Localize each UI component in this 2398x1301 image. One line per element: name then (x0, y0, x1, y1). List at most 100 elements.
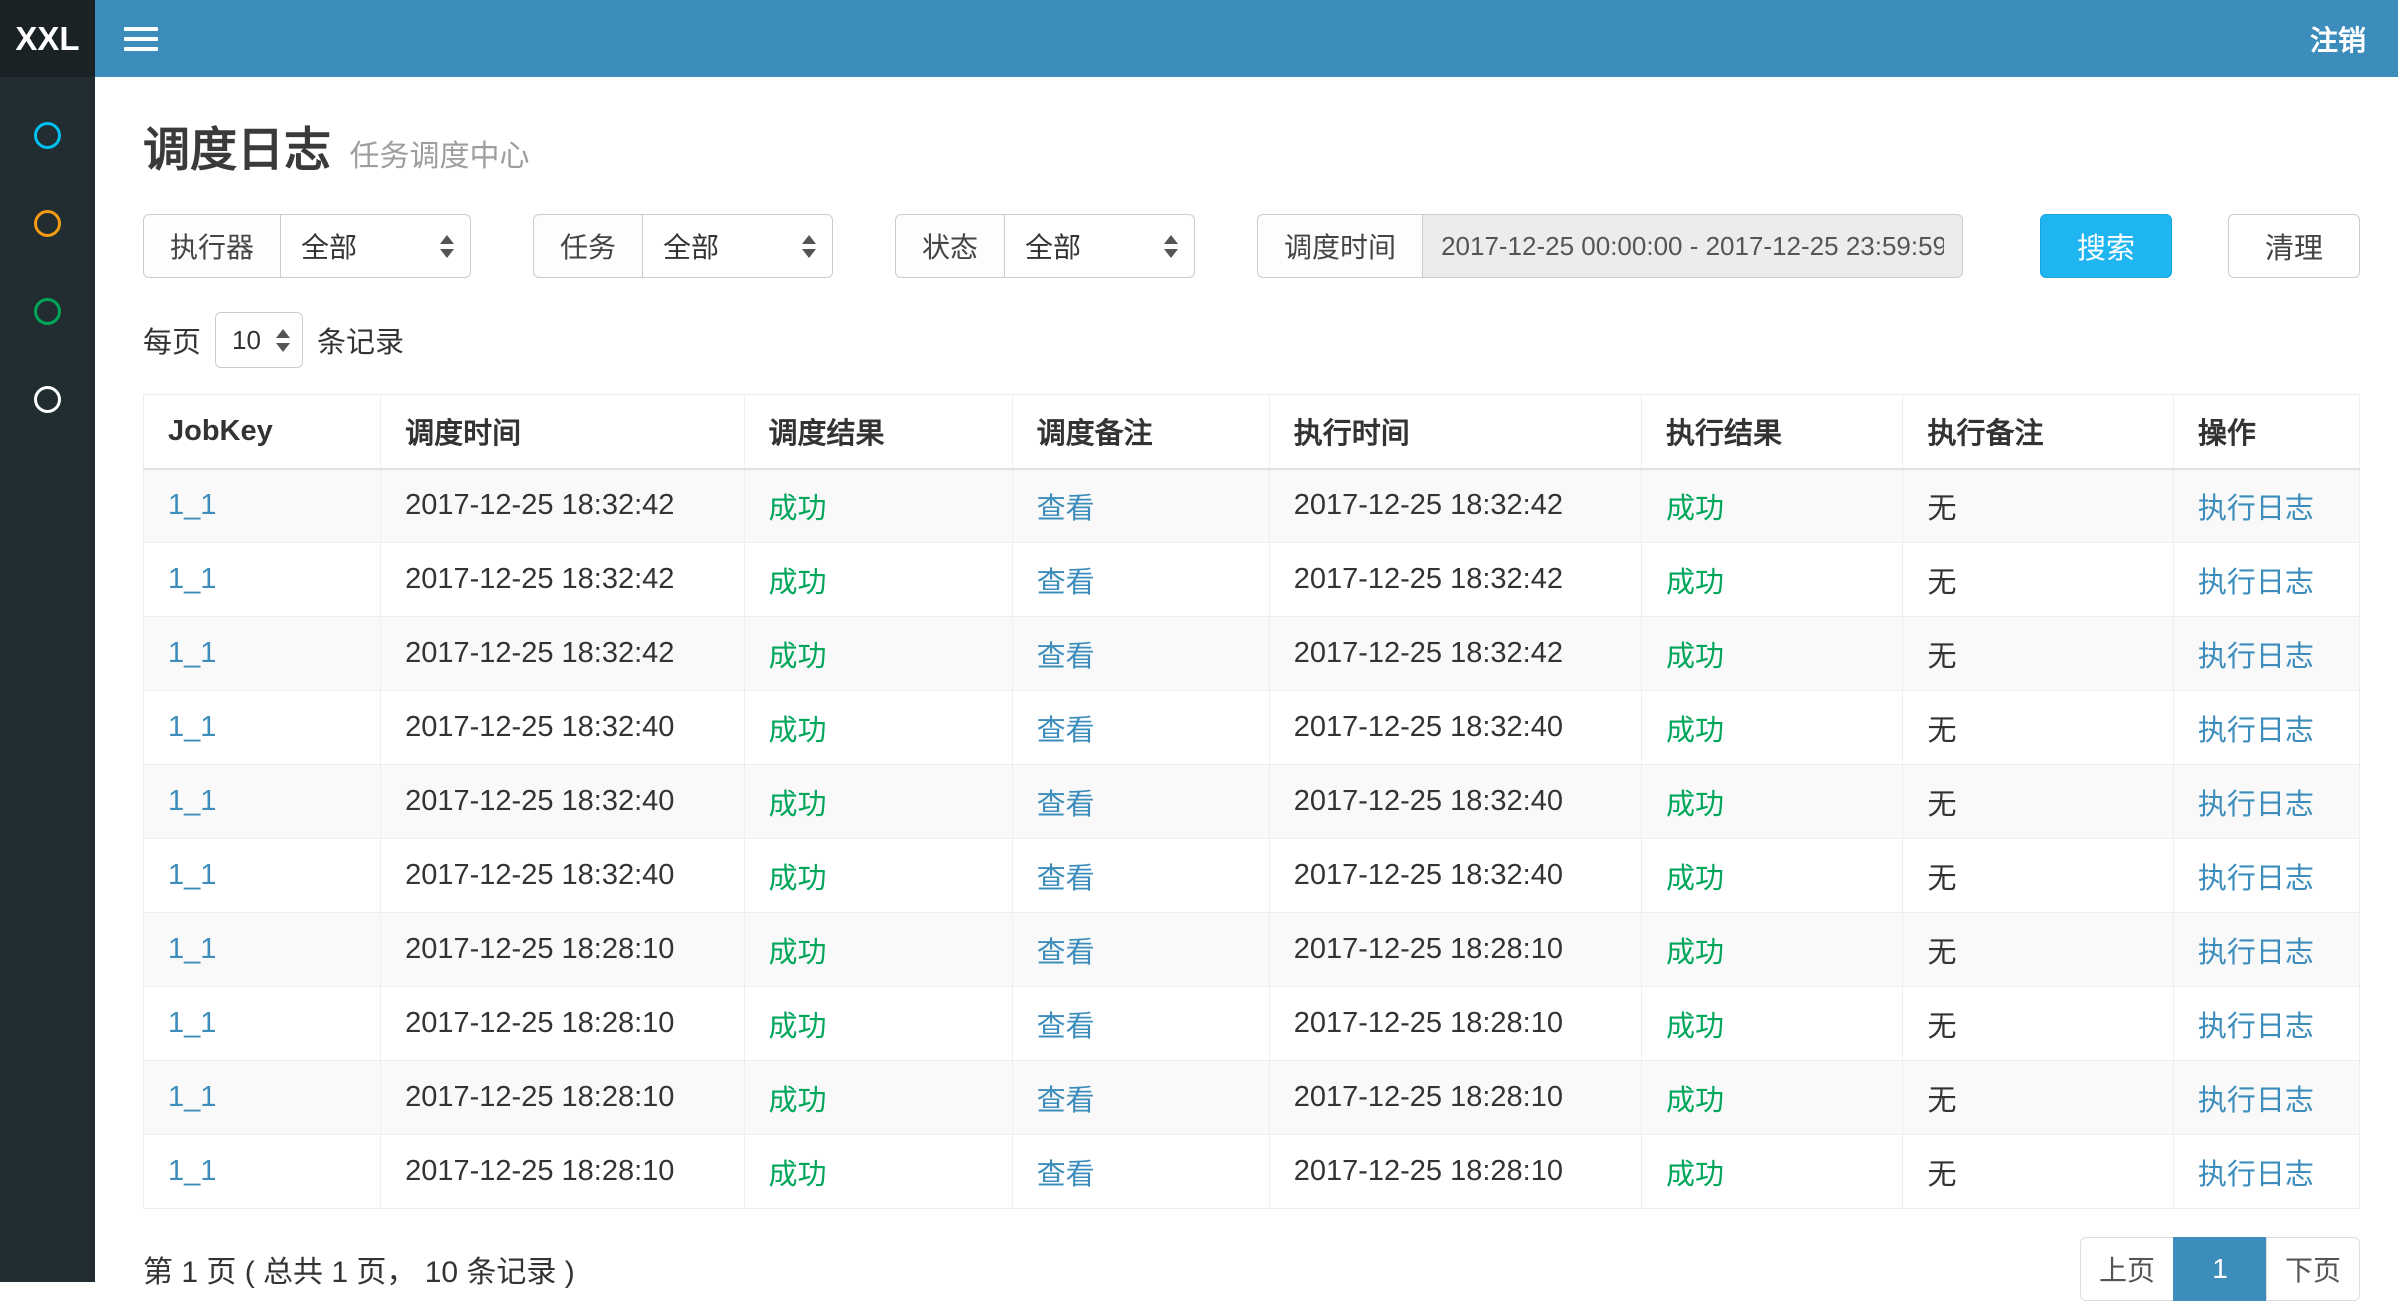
trigger-result-value: 成功 (769, 493, 827, 525)
time-filter-label: 调度时间 (1257, 214, 1423, 278)
trigger-msg-link[interactable]: 查看 (1037, 789, 1095, 821)
sidebar-item-0[interactable] (0, 91, 95, 179)
page-size-suffix-label: 条记录 (317, 319, 404, 361)
handle-result-value: 成功 (1666, 715, 1724, 747)
circle-outline-icon (34, 386, 61, 413)
page-size-prefix-label: 每页 (143, 319, 201, 361)
select-arrows-icon (802, 235, 816, 258)
job-filter-group: 任务 全部 (533, 214, 833, 278)
jobkey-link[interactable]: 1_1 (168, 637, 216, 669)
job-select[interactable]: 全部 (643, 214, 833, 278)
trigger-time-value: 2017-12-25 18:32:42 (405, 637, 674, 669)
trigger-msg-link[interactable]: 查看 (1037, 937, 1095, 969)
jobkey-link[interactable]: 1_1 (168, 711, 216, 743)
circle-outline-icon (34, 210, 61, 237)
logout-link[interactable]: 注销 (2278, 0, 2398, 77)
jobkey-link[interactable]: 1_1 (168, 785, 216, 817)
trigger-msg-link[interactable]: 查看 (1037, 715, 1095, 747)
table-row: 1_12017-12-25 18:28:10成功查看2017-12-25 18:… (144, 987, 2360, 1061)
jobkey-link[interactable]: 1_1 (168, 563, 216, 595)
app-logo[interactable]: XXL (0, 0, 95, 77)
exec-log-link[interactable]: 执行日志 (2198, 863, 2314, 895)
trigger-msg-link[interactable]: 查看 (1037, 1159, 1095, 1191)
executor-select[interactable]: 全部 (281, 214, 471, 278)
table-row: 1_12017-12-25 18:28:10成功查看2017-12-25 18:… (144, 913, 2360, 987)
exec-log-link[interactable]: 执行日志 (2198, 789, 2314, 821)
exec-log-link[interactable]: 执行日志 (2198, 641, 2314, 673)
column-header-trigger-msg: 调度备注 (1012, 395, 1269, 469)
next-page-button[interactable]: 下页 (2266, 1237, 2360, 1301)
handle-msg-value: 无 (1927, 641, 1956, 673)
jobkey-link[interactable]: 1_1 (168, 1155, 216, 1187)
log-table: JobKey 调度时间 调度结果 调度备注 执行时间 执行结果 执行备注 操作 … (143, 394, 2360, 1209)
jobkey-link[interactable]: 1_1 (168, 1007, 216, 1039)
jobkey-link[interactable]: 1_1 (168, 933, 216, 965)
select-arrows-icon (1164, 235, 1178, 258)
clear-button[interactable]: 清理 (2228, 214, 2360, 278)
column-header-handle-result: 执行结果 (1641, 395, 1902, 469)
handle-result-value: 成功 (1666, 493, 1724, 525)
handle-time-value: 2017-12-25 18:28:10 (1294, 933, 1563, 965)
time-filter-group: 调度时间 (1257, 214, 1963, 278)
current-page-button[interactable]: 1 (2173, 1237, 2267, 1301)
trigger-result-value: 成功 (769, 567, 827, 599)
jobkey-link[interactable]: 1_1 (168, 859, 216, 891)
table-row: 1_12017-12-25 18:32:42成功查看2017-12-25 18:… (144, 617, 2360, 691)
column-header-trigger-time: 调度时间 (381, 395, 744, 469)
exec-log-link[interactable]: 执行日志 (2198, 937, 2314, 969)
table-row: 1_12017-12-25 18:32:42成功查看2017-12-25 18:… (144, 469, 2360, 543)
circle-outline-icon (34, 298, 61, 325)
handle-result-value: 成功 (1666, 567, 1724, 599)
exec-log-link[interactable]: 执行日志 (2198, 493, 2314, 525)
trigger-msg-link[interactable]: 查看 (1037, 863, 1095, 895)
handle-msg-value: 无 (1927, 715, 1956, 747)
trigger-result-value: 成功 (769, 1011, 827, 1043)
status-select-value: 全部 (1025, 226, 1081, 266)
trigger-msg-link[interactable]: 查看 (1037, 493, 1095, 525)
jobkey-link[interactable]: 1_1 (168, 489, 216, 521)
trigger-msg-link[interactable]: 查看 (1037, 1011, 1095, 1043)
page-header: 调度日志 任务调度中心 (143, 111, 2360, 180)
table-footer: 第 1 页 ( 总共 1 页， 10 条记录 ) 上页 1 下页 (143, 1237, 2360, 1301)
jobkey-link[interactable]: 1_1 (168, 1081, 216, 1113)
trigger-result-value: 成功 (769, 863, 827, 895)
search-button[interactable]: 搜索 (2040, 214, 2172, 278)
time-range-input[interactable] (1423, 214, 1963, 278)
handle-msg-value: 无 (1927, 1085, 1956, 1117)
sidebar-toggle-button[interactable] (95, 0, 187, 77)
handle-time-value: 2017-12-25 18:28:10 (1294, 1081, 1563, 1113)
trigger-result-value: 成功 (769, 715, 827, 747)
trigger-msg-link[interactable]: 查看 (1037, 567, 1095, 599)
handle-msg-value: 无 (1927, 863, 1956, 895)
trigger-time-value: 2017-12-25 18:28:10 (405, 1155, 674, 1187)
exec-log-link[interactable]: 执行日志 (2198, 1011, 2314, 1043)
handle-msg-value: 无 (1927, 1011, 1956, 1043)
column-header-trigger-result: 调度结果 (744, 395, 1012, 469)
trigger-msg-link[interactable]: 查看 (1037, 1085, 1095, 1117)
trigger-time-value: 2017-12-25 18:32:40 (405, 711, 674, 743)
trigger-msg-link[interactable]: 查看 (1037, 641, 1095, 673)
status-filter-label: 状态 (895, 214, 1005, 278)
page-size-row: 每页 10 条记录 (143, 312, 2360, 368)
handle-result-value: 成功 (1666, 863, 1724, 895)
exec-log-link[interactable]: 执行日志 (2198, 1085, 2314, 1117)
handle-result-value: 成功 (1666, 789, 1724, 821)
trigger-result-value: 成功 (769, 789, 827, 821)
exec-log-link[interactable]: 执行日志 (2198, 567, 2314, 599)
sidebar-item-3[interactable] (0, 355, 95, 443)
prev-page-button[interactable]: 上页 (2080, 1237, 2174, 1301)
column-header-handle-msg: 执行备注 (1903, 395, 2173, 469)
handle-time-value: 2017-12-25 18:32:42 (1294, 563, 1563, 595)
handle-time-value: 2017-12-25 18:32:42 (1294, 489, 1563, 521)
hamburger-icon (124, 21, 158, 57)
trigger-result-value: 成功 (769, 937, 827, 969)
status-filter-group: 状态 全部 (895, 214, 1195, 278)
handle-result-value: 成功 (1666, 1011, 1724, 1043)
status-select[interactable]: 全部 (1005, 214, 1195, 278)
sidebar-item-2[interactable] (0, 267, 95, 355)
sidebar-item-1[interactable] (0, 179, 95, 267)
exec-log-link[interactable]: 执行日志 (2198, 1159, 2314, 1191)
exec-log-link[interactable]: 执行日志 (2198, 715, 2314, 747)
page-size-select[interactable]: 10 (215, 312, 303, 368)
handle-result-value: 成功 (1666, 937, 1724, 969)
